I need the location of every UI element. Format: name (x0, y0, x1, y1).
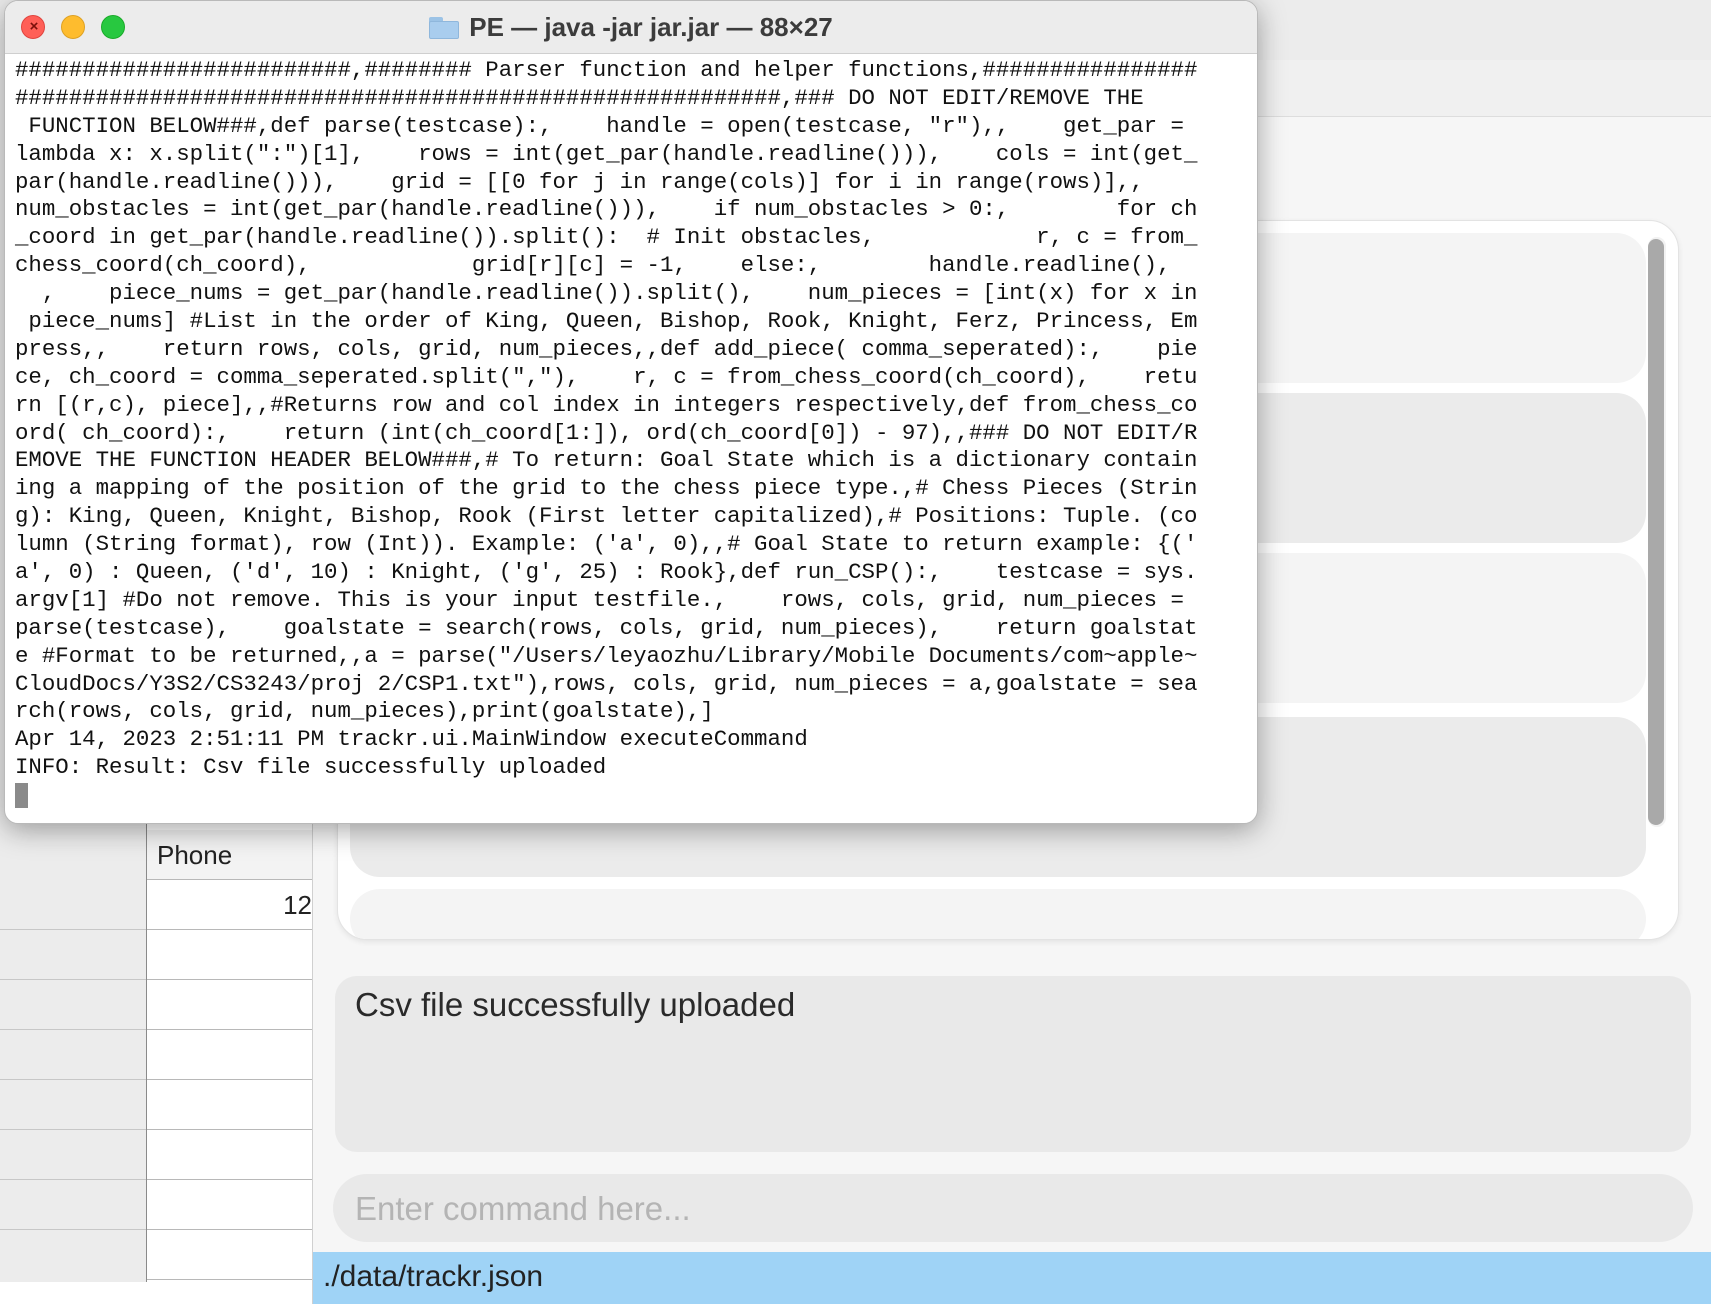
phone-cell[interactable] (147, 1180, 312, 1230)
terminal-line: ing a mapping of the position of the gri… (15, 475, 1198, 502)
terminal-cursor (15, 782, 28, 808)
terminal-line: INFO: Result: Csv file successfully uplo… (15, 754, 607, 781)
terminal-title: PE — java -jar jar.jar — 88×27 (469, 11, 833, 42)
result-display: Csv file successfully uploaded (335, 976, 1691, 1152)
terminal-line: press,, return rows, cols, grid, num_pie… (15, 335, 1198, 362)
list-item[interactable] (350, 889, 1646, 939)
terminal-line: #########################,######## Parse… (15, 57, 1198, 83)
sheet-cell[interactable] (0, 930, 146, 980)
sheet-cell[interactable] (0, 1180, 146, 1230)
terminal-title-group: PE — java -jar jar.jar — 88×27 (5, 1, 1257, 53)
sheet-cell[interactable] (0, 1030, 146, 1080)
terminal-line: EMOVE THE FUNCTION HEADER BELOW###,# To … (15, 447, 1198, 474)
status-bar-path: ./data/trackr.json (323, 1260, 544, 1293)
terminal-output[interactable]: #########################,######## Parse… (15, 57, 1251, 817)
terminal-line: , piece_nums = get_par(handle.readline()… (15, 280, 1198, 307)
phone-cell[interactable] (147, 980, 312, 1030)
terminal-line: rch(rows, cols, grid, num_pieces),print(… (15, 698, 714, 725)
command-input[interactable] (353, 1174, 1657, 1244)
command-box[interactable] (333, 1174, 1693, 1244)
phone-cell[interactable]: 12 (147, 880, 312, 930)
terminal-line: a', 0) : Queen, ('d', 10) : Knight, ('g'… (15, 559, 1198, 586)
terminal-line: lambda x: x.split(":")[1], rows = int(ge… (15, 140, 1198, 167)
terminal-line: piece_nums] #List in the order of King, … (15, 308, 1198, 335)
list-scrollbar-thumb[interactable] (1648, 239, 1664, 825)
status-bar: ./data/trackr.json (313, 1252, 1711, 1304)
sheet-cell[interactable] (0, 1080, 146, 1130)
terminal-titlebar[interactable]: × PE — java -jar jar.jar — 88×27 (5, 1, 1257, 54)
phone-cell[interactable] (147, 1230, 312, 1280)
terminal-line: rn [(r,c), piece],,#Returns row and col … (15, 391, 1198, 418)
phone-cell[interactable] (147, 1080, 312, 1130)
terminal-line: chess_coord(ch_coord), grid[r][c] = -1, … (15, 252, 1171, 279)
terminal-line: lumn (String format), row (Int)). Exampl… (15, 531, 1198, 558)
terminal-line: CloudDocs/Y3S2/CS3243/proj 2/CSP1.txt"),… (15, 670, 1198, 697)
terminal-line: Apr 14, 2023 2:51:11 PM trackr.ui.MainWi… (15, 726, 808, 753)
terminal-line: ord( ch_coord):, return (int(ch_coord[1:… (15, 419, 1198, 446)
terminal-line: ce, ch_coord = comma_seperated.split(","… (15, 363, 1198, 390)
folder-icon (429, 15, 460, 39)
terminal-line: par(handle.readline())), grid = [[0 for … (15, 168, 1144, 195)
terminal-line: _coord in get_par(handle.readline()).spl… (15, 224, 1198, 251)
sheet-cell[interactable] (0, 880, 146, 930)
terminal-window[interactable]: × PE — java -jar jar.jar — 88×27 #######… (4, 0, 1258, 824)
result-text: Csv file successfully uploaded (355, 986, 796, 1023)
terminal-line: ########################################… (15, 84, 1144, 111)
phone-cell[interactable] (147, 1130, 312, 1180)
terminal-line: g): King, Queen, Knight, Bishop, Rook (F… (15, 503, 1198, 530)
terminal-line: argv[1] #Do not remove. This is your inp… (15, 586, 1184, 613)
sheet-cell[interactable] (0, 1130, 146, 1180)
phone-column-header[interactable]: Phone (147, 830, 312, 880)
terminal-line: num_obstacles = int(get_par(handle.readl… (15, 196, 1198, 223)
terminal-line: parse(testcase), goalstate = search(rows… (15, 614, 1198, 641)
phone-cell[interactable] (147, 1030, 312, 1080)
phone-cell[interactable] (147, 930, 312, 980)
terminal-line: FUNCTION BELOW###,def parse(testcase):, … (15, 112, 1184, 139)
terminal-line: e #Format to be returned,,a = parse("/Us… (15, 642, 1198, 669)
sheet-cell[interactable] (0, 980, 146, 1030)
terminal-prompt-line[interactable] (15, 782, 1251, 810)
